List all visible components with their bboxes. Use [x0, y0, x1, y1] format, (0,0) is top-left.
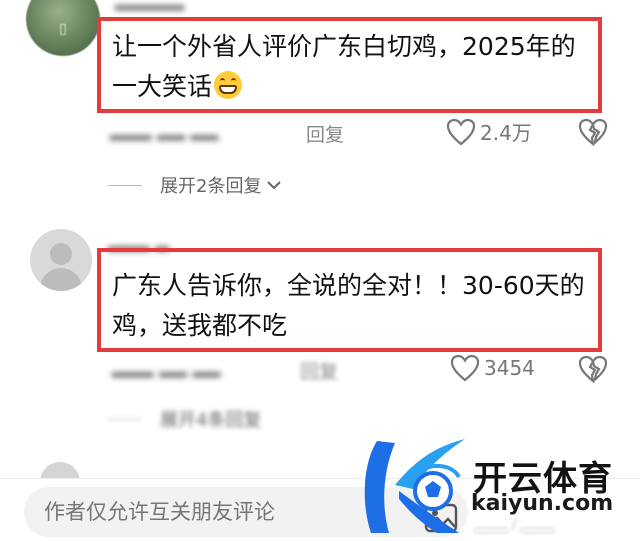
divider [108, 184, 142, 186]
expand-replies-button[interactable]: 展开4条回复 [108, 406, 261, 432]
brand-logo-icon [364, 439, 465, 533]
comment-section: ▯ ▂▂▂▂▂ 让一个外省人评价广东白切鸡，2025年的 一大笑话 ▂▂▂ ▂▂… [0, 0, 640, 541]
reply-button[interactable]: 回复 [300, 357, 338, 384]
comment-text-line-2: 一大笑话 [112, 72, 213, 101]
broken-heart-icon[interactable] [578, 355, 608, 383]
timestamp-blurred: ▂▂▂ ▂▂ ▂▂ [112, 357, 221, 378]
avatar-default[interactable] [30, 229, 92, 291]
heart-icon [446, 118, 476, 145]
avatar[interactable]: ▯ [26, 0, 100, 56]
comment-text-line: 让一个外省人评价广东白切鸡，2025年的 [112, 32, 576, 61]
person-icon-body [40, 268, 82, 291]
chevron-down-icon [267, 181, 282, 190]
like-button[interactable]: 2.4万 [446, 117, 532, 146]
comment-text-line-2: 鸡，送我都不吃 [112, 311, 288, 340]
timestamp-blurred: ▂▂▂ ▂▂ ▂▂ [110, 120, 219, 141]
comment-text-line: 一大笑话 [112, 67, 588, 107]
watermark-footer-blurred: ▂▂▂ / ▂▂▂ [475, 517, 554, 533]
like-button[interactable]: 3454 [450, 354, 535, 382]
watermark-url: kaiyun.com [471, 491, 614, 516]
expand-replies-label: 展开2条回复 [160, 176, 262, 197]
expand-replies-label: 展开4条回复 [160, 410, 262, 431]
like-count: 3454 [484, 356, 535, 380]
broken-heart-icon[interactable] [578, 118, 608, 146]
comment-text-highlighted[interactable]: 广东人告诉你，全说的全对！！30-60天的 鸡，送我都不吃 [97, 248, 602, 352]
like-count: 2.4万 [480, 121, 532, 145]
person-icon-head [50, 243, 72, 265]
watermark: 开云体育 kaiyun.com ▂▂▂ / ▂▂▂ [355, 433, 640, 541]
comment-text-line: 广东人告诉你，全说的全对！！30-60天的 [112, 271, 585, 300]
username-blurred[interactable]: ▂▂▂▂▂ [115, 0, 235, 11]
heart-icon [450, 354, 480, 382]
comment-text-highlighted[interactable]: 让一个外省人评价广东白切鸡，2025年的 一大笑话 [97, 17, 602, 113]
expand-replies-button[interactable]: 展开2条回复 [108, 172, 283, 198]
avatar-glyph: ▯ [59, 21, 67, 37]
divider [108, 418, 142, 420]
reply-button[interactable]: 回复 [306, 120, 344, 147]
grinning-face-icon [214, 71, 243, 99]
